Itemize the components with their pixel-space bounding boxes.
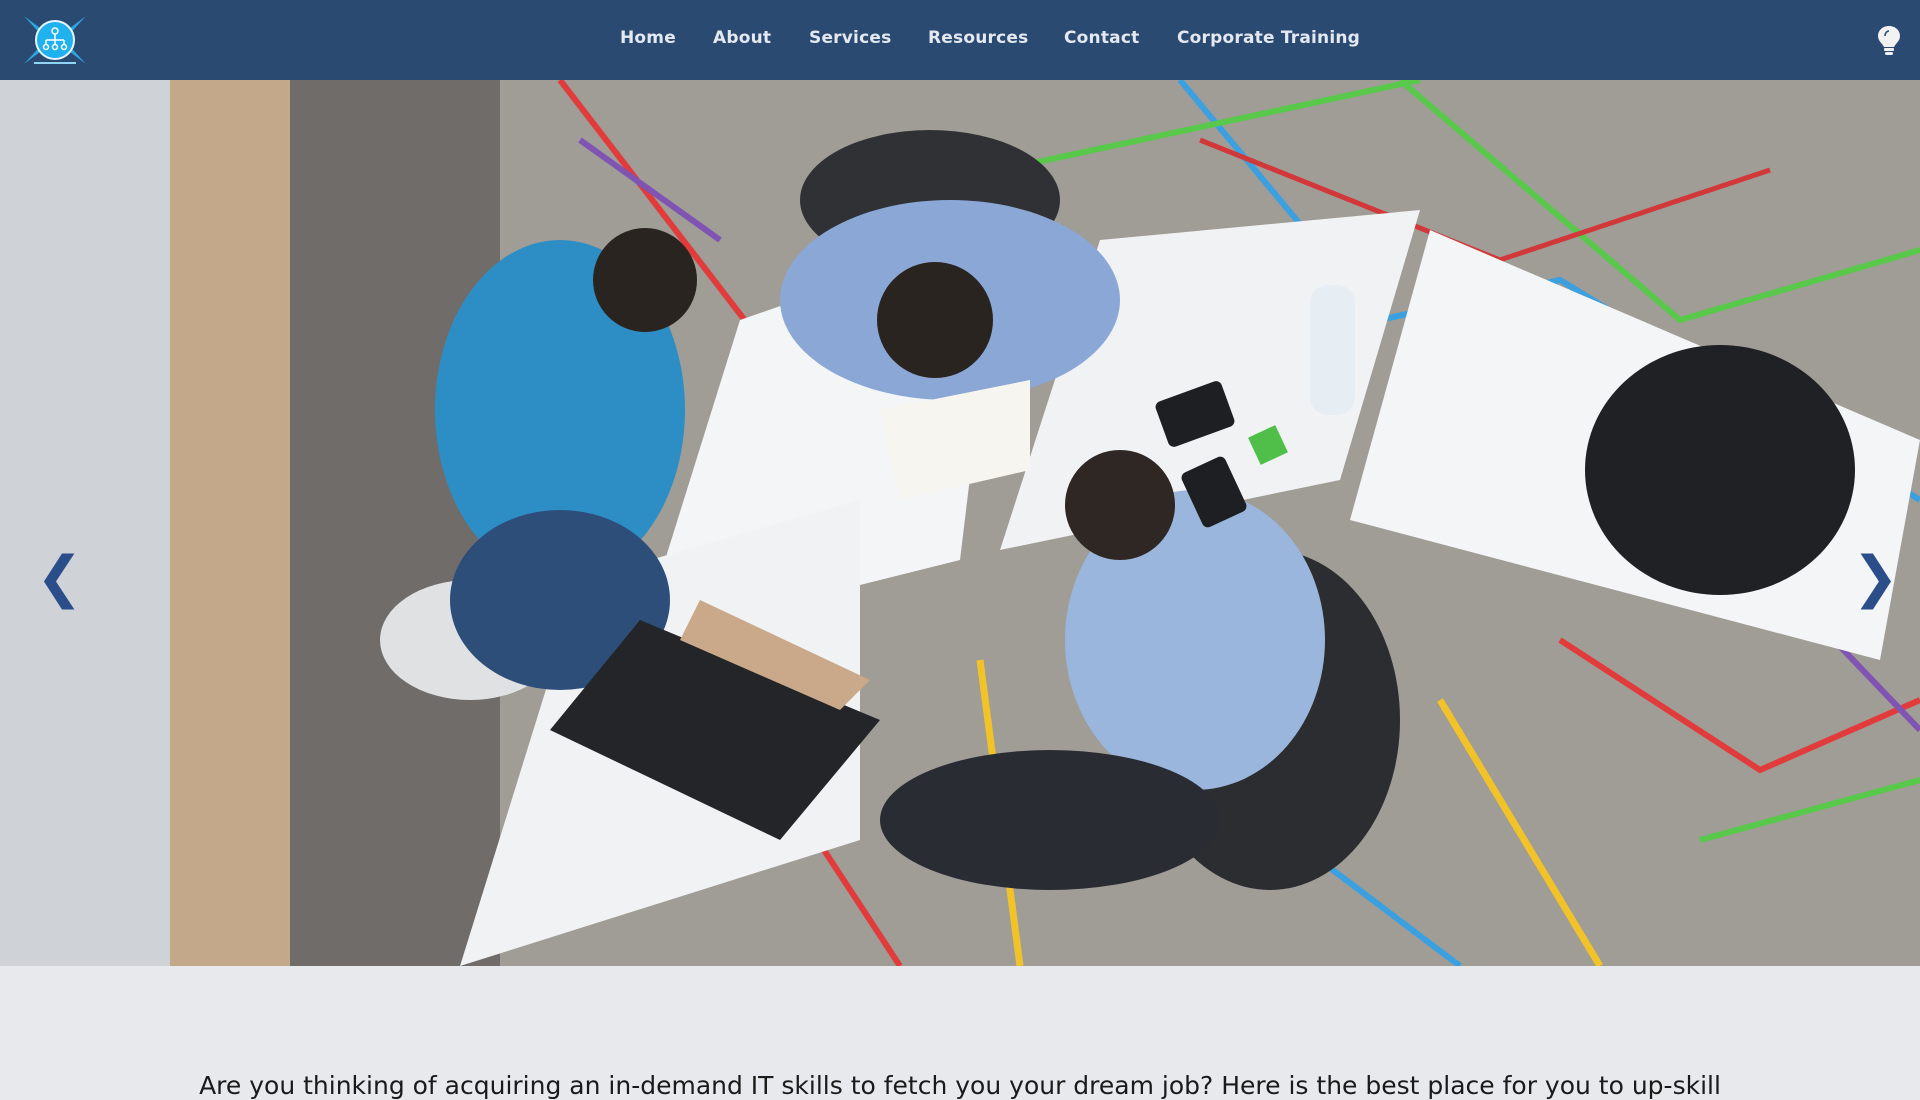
nav-contact-link[interactable]: Contact	[1064, 28, 1139, 48]
carousel-next-arrow[interactable]: ❯	[1852, 550, 1899, 606]
nav-corporate-training-link[interactable]: Corporate Training	[1177, 28, 1360, 48]
carousel-prev-arrow[interactable]: ❮	[36, 550, 83, 606]
intro-tagline: Are you thinking of acquiring an in-dema…	[199, 1071, 1721, 1100]
lightbulb-icon[interactable]	[1876, 24, 1902, 56]
hero-photo	[0, 80, 1920, 966]
top-navbar: Home About Services Resources Contact Co…	[0, 0, 1920, 80]
main-navigation: Home About Services Resources Contact Co…	[0, 0, 1920, 80]
nav-services-link[interactable]: Services	[809, 28, 891, 48]
nav-resources-link[interactable]: Resources	[928, 28, 1028, 48]
nav-home-link[interactable]: Home	[620, 28, 676, 48]
hero-carousel: ❮ ❯	[0, 80, 1920, 966]
nav-about-link[interactable]: About	[713, 28, 771, 48]
